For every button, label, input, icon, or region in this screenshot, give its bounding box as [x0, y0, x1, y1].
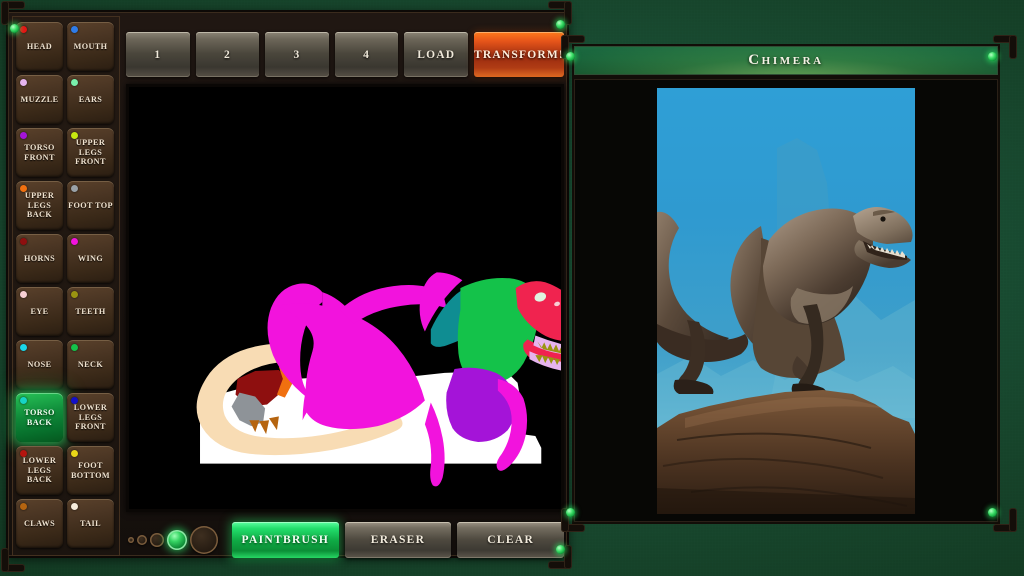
- part-color-swatch: [71, 26, 78, 33]
- part-button-head[interactable]: HEAD: [16, 22, 63, 71]
- part-color-swatch: [71, 450, 78, 457]
- result-title: Chimera: [748, 52, 824, 68]
- led-top-left-editor: [10, 24, 19, 33]
- part-button-teeth[interactable]: TEETH: [67, 287, 114, 336]
- load-button[interactable]: LOAD: [404, 32, 469, 77]
- led-top-right-editor: [556, 20, 565, 29]
- part-color-swatch: [20, 503, 27, 510]
- part-button-muzzle[interactable]: MUZZLE: [16, 75, 63, 124]
- part-button-eye[interactable]: EYE: [16, 287, 63, 336]
- brush-size-5[interactable]: [190, 526, 218, 554]
- led-top-left-result: [566, 52, 575, 61]
- part-button-label: LOWER LEGS FRONT: [73, 403, 108, 432]
- part-color-swatch: [71, 79, 78, 86]
- part-color-swatch: [20, 238, 27, 245]
- part-button-ears[interactable]: EARS: [67, 75, 114, 124]
- part-button-label: MUZZLE: [20, 94, 59, 104]
- part-color-swatch: [20, 397, 27, 404]
- part-button-label: TEETH: [75, 306, 106, 316]
- part-button-horns[interactable]: HORNS: [16, 234, 63, 283]
- part-button-label: TORSO BACK: [24, 408, 55, 427]
- result-image-frame: [572, 77, 1000, 524]
- part-color-swatch: [71, 132, 78, 139]
- part-button-mouth[interactable]: MOUTH: [67, 22, 114, 71]
- drawing-toolbar: PAINTBRUSH ERASER CLEAR: [126, 520, 565, 560]
- brush-size-2[interactable]: [137, 535, 147, 545]
- slot-button-2[interactable]: 2: [195, 32, 260, 77]
- brush-size-selector[interactable]: [126, 526, 226, 554]
- part-button-label: NOSE: [27, 359, 52, 369]
- part-button-upper-legs-front[interactable]: UPPER LEGS FRONT: [67, 128, 114, 177]
- result-panel: Chimera: [572, 44, 1000, 524]
- brush-size-3[interactable]: [150, 533, 164, 547]
- part-button-upper-legs-back[interactable]: UPPER LEGS BACK: [16, 181, 63, 230]
- part-button-label: UPPER LEGS FRONT: [75, 138, 106, 167]
- part-button-foot-bottom[interactable]: FOOT BOTTOM: [67, 446, 114, 495]
- eraser-button[interactable]: ERASER: [344, 522, 452, 558]
- part-button-label: TORSO FRONT: [24, 143, 55, 162]
- part-button-nose[interactable]: NOSE: [16, 340, 63, 389]
- part-button-label: LOWER LEGS BACK: [22, 456, 57, 485]
- part-button-foot-top[interactable]: FOOT TOP: [67, 181, 114, 230]
- part-button-label: NECK: [77, 359, 104, 369]
- generated-creature-image: [657, 87, 915, 514]
- part-button-neck[interactable]: NECK: [67, 340, 114, 389]
- segmentation-canvas[interactable]: [129, 87, 561, 509]
- part-color-swatch: [20, 291, 27, 298]
- bracket-bottom-left-editor: [2, 545, 28, 571]
- part-button-label: MOUTH: [73, 41, 108, 51]
- slot-button-1[interactable]: 1: [126, 32, 190, 77]
- led-bottom-right-editor: [556, 545, 565, 554]
- part-color-swatch: [20, 344, 27, 351]
- part-color-swatch: [71, 344, 78, 351]
- part-color-swatch: [71, 238, 78, 245]
- part-button-label: UPPER LEGS BACK: [24, 191, 55, 220]
- part-button-torso-back[interactable]: TORSO BACK: [16, 393, 63, 442]
- part-button-label: FOOT BOTTOM: [70, 461, 111, 480]
- led-bottom-right-result: [988, 508, 997, 517]
- creature-eye: [880, 215, 886, 222]
- segmentation-canvas-frame[interactable]: [126, 84, 564, 512]
- led-bottom-left-result: [566, 508, 575, 517]
- brush-size-4[interactable]: [167, 530, 187, 550]
- part-button-label: HEAD: [26, 41, 53, 51]
- part-button-torso-front[interactable]: TORSO FRONT: [16, 128, 63, 177]
- result-title-banner: Chimera: [572, 44, 1000, 77]
- part-color-swatch: [71, 397, 78, 404]
- part-color-swatch: [71, 291, 78, 298]
- part-button-wing[interactable]: WING: [67, 234, 114, 283]
- part-color-swatch: [20, 132, 27, 139]
- part-color-swatch: [71, 503, 78, 510]
- brush-size-1[interactable]: [128, 537, 134, 543]
- part-button-label: TAIL: [79, 518, 101, 528]
- part-button-lower-legs-back[interactable]: LOWER LEGS BACK: [16, 446, 63, 495]
- part-button-label: HORNS: [23, 253, 56, 263]
- part-button-label: FOOT TOP: [68, 200, 113, 210]
- part-button-label: EARS: [78, 94, 103, 104]
- led-top-right-result: [988, 52, 997, 61]
- paintbrush-button[interactable]: PAINTBRUSH: [232, 522, 339, 558]
- slot-button-3[interactable]: 3: [265, 32, 329, 77]
- app-root: HEAD MOUTH MUZZLE EARS TORSO FRONT UPPER LEGS…: [0, 0, 1024, 576]
- part-button-label: WING: [77, 253, 104, 263]
- part-color-swatch: [71, 185, 78, 192]
- editor-panel: HEAD MOUTH MUZZLE EARS TORSO FRONT UPPER LEGS…: [6, 10, 569, 558]
- body-parts-palette: HEAD MOUTH MUZZLE EARS TORSO FRONT UPPER LEGS…: [12, 16, 120, 556]
- part-color-swatch: [20, 79, 27, 86]
- part-color-swatch: [20, 185, 27, 192]
- transform-button[interactable]: TRANSFORM!: [474, 32, 564, 77]
- top-toolbar: 1 2 3 4 LOAD TRANSFORM!: [126, 32, 564, 77]
- slot-button-4[interactable]: 4: [334, 32, 399, 77]
- part-button-claws[interactable]: CLAWS: [16, 499, 63, 548]
- part-button-label: CLAWS: [23, 518, 56, 528]
- part-color-swatch: [20, 450, 27, 457]
- part-button-lower-legs-front[interactable]: LOWER LEGS FRONT: [67, 393, 114, 442]
- part-button-tail[interactable]: TAIL: [67, 499, 114, 548]
- part-button-label: EYE: [30, 306, 49, 316]
